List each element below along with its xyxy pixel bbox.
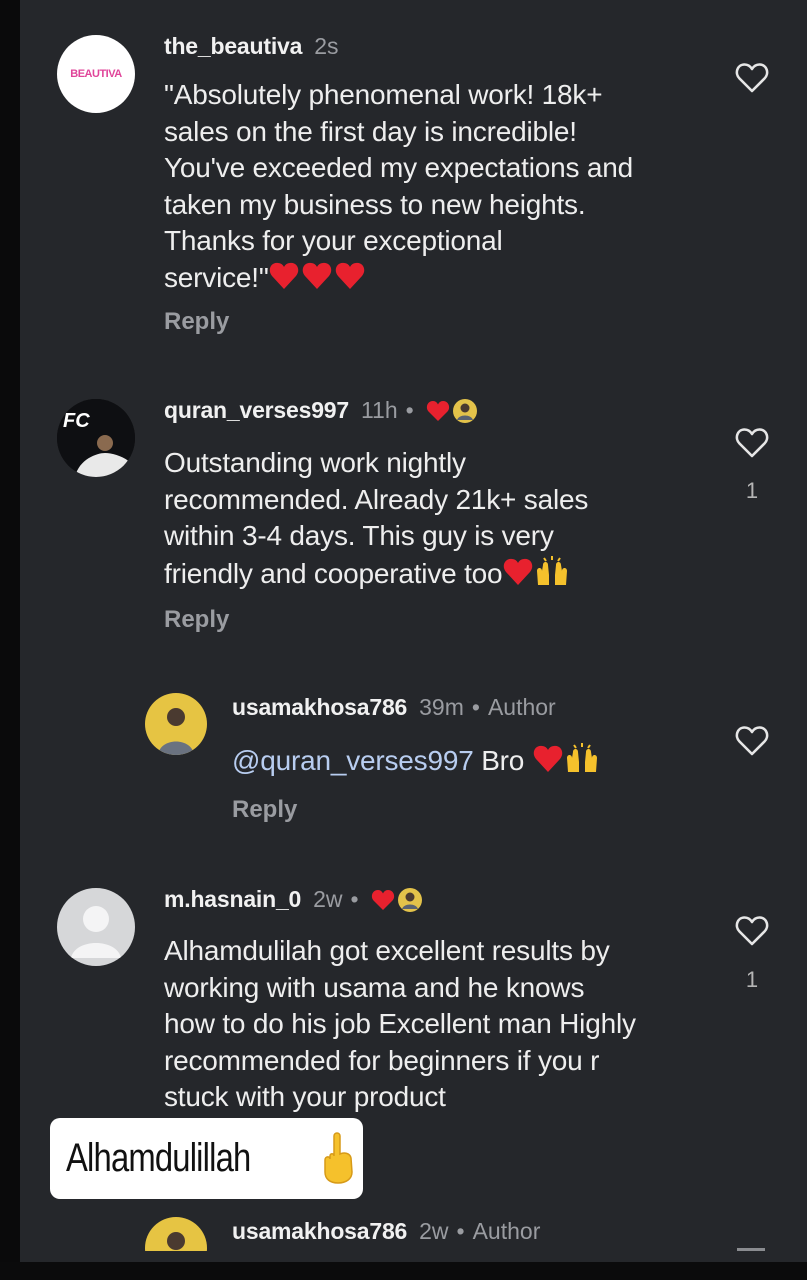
comment-text: @quran_verses997 Bro bbox=[232, 742, 600, 784]
username[interactable]: m.hasnain_0 bbox=[164, 886, 301, 913]
username[interactable]: quran_verses997 bbox=[164, 397, 349, 424]
liked-by-author-heart-icon bbox=[371, 889, 395, 911]
avatar-m-hasnain[interactable] bbox=[57, 888, 135, 966]
mention-link[interactable]: @quran_verses997 bbox=[232, 745, 474, 776]
avatar-quran-verses[interactable]: FC bbox=[57, 399, 135, 477]
username[interactable]: usamakhosa786 bbox=[232, 1218, 407, 1245]
like-heart-icon[interactable] bbox=[735, 725, 769, 757]
pointing-up-emoji bbox=[320, 1132, 356, 1189]
author-avatar-mini-icon bbox=[397, 887, 423, 913]
comment-text: Alhamdulilah got excellent results by wo… bbox=[164, 935, 636, 1112]
liked-by-author-heart-icon bbox=[426, 400, 450, 422]
username[interactable]: the_beautiva bbox=[164, 33, 302, 60]
author-badge: Author bbox=[472, 1218, 541, 1244]
like-count: 1 bbox=[745, 967, 759, 992]
author-badge: Author bbox=[487, 694, 556, 720]
like-heart-icon[interactable] bbox=[735, 915, 769, 947]
red-heart-emoji bbox=[532, 744, 564, 784]
comment-text: Outstanding work nightly recommended. Al… bbox=[164, 445, 588, 596]
timestamp: 2w bbox=[419, 1218, 449, 1244]
comment-text: "Absolutely phenomenal work! 18k+ sales … bbox=[164, 77, 633, 300]
sticker-text: Alhamdulillah bbox=[66, 1136, 251, 1180]
timestamp: 11h bbox=[360, 397, 398, 423]
comment-meta: m.hasnain_0 2w • bbox=[164, 886, 423, 913]
bottom-edge bbox=[0, 1262, 807, 1280]
like-heart-icon[interactable] bbox=[735, 427, 769, 459]
raising-hands-emoji bbox=[564, 742, 600, 784]
more-options-icon[interactable] bbox=[737, 1248, 765, 1251]
text-sticker: Alhamdulillah bbox=[50, 1118, 363, 1199]
comment-meta: quran_verses997 11h • bbox=[164, 397, 478, 424]
timestamp: 2w bbox=[313, 886, 343, 912]
red-heart-emoji bbox=[502, 557, 534, 597]
like-count: 1 bbox=[745, 478, 759, 503]
comment-meta: usamakhosa786 39m • Author bbox=[232, 694, 556, 721]
avatar-the-beautiva[interactable]: BEAUTIVA bbox=[57, 35, 135, 113]
comment-meta: the_beautiva 2s bbox=[164, 33, 339, 60]
comment-meta: usamakhosa786 2w • Author bbox=[232, 1218, 541, 1245]
avatar-usamakhosa786[interactable] bbox=[145, 693, 207, 755]
timestamp: 39m bbox=[419, 694, 464, 720]
like-heart-icon[interactable] bbox=[735, 62, 769, 94]
svg-text:FC: FC bbox=[63, 410, 90, 432]
timestamp: 2s bbox=[314, 33, 339, 59]
raising-hands-emoji bbox=[534, 555, 570, 597]
author-avatar-mini-icon bbox=[452, 398, 478, 424]
red-heart-emoji bbox=[269, 261, 365, 301]
reply-button[interactable]: Reply bbox=[164, 308, 229, 336]
username[interactable]: usamakhosa786 bbox=[232, 694, 407, 721]
left-edge-bar bbox=[0, 0, 20, 1280]
reply-button[interactable]: Reply bbox=[232, 796, 297, 824]
reply-button[interactable]: Reply bbox=[164, 606, 229, 634]
